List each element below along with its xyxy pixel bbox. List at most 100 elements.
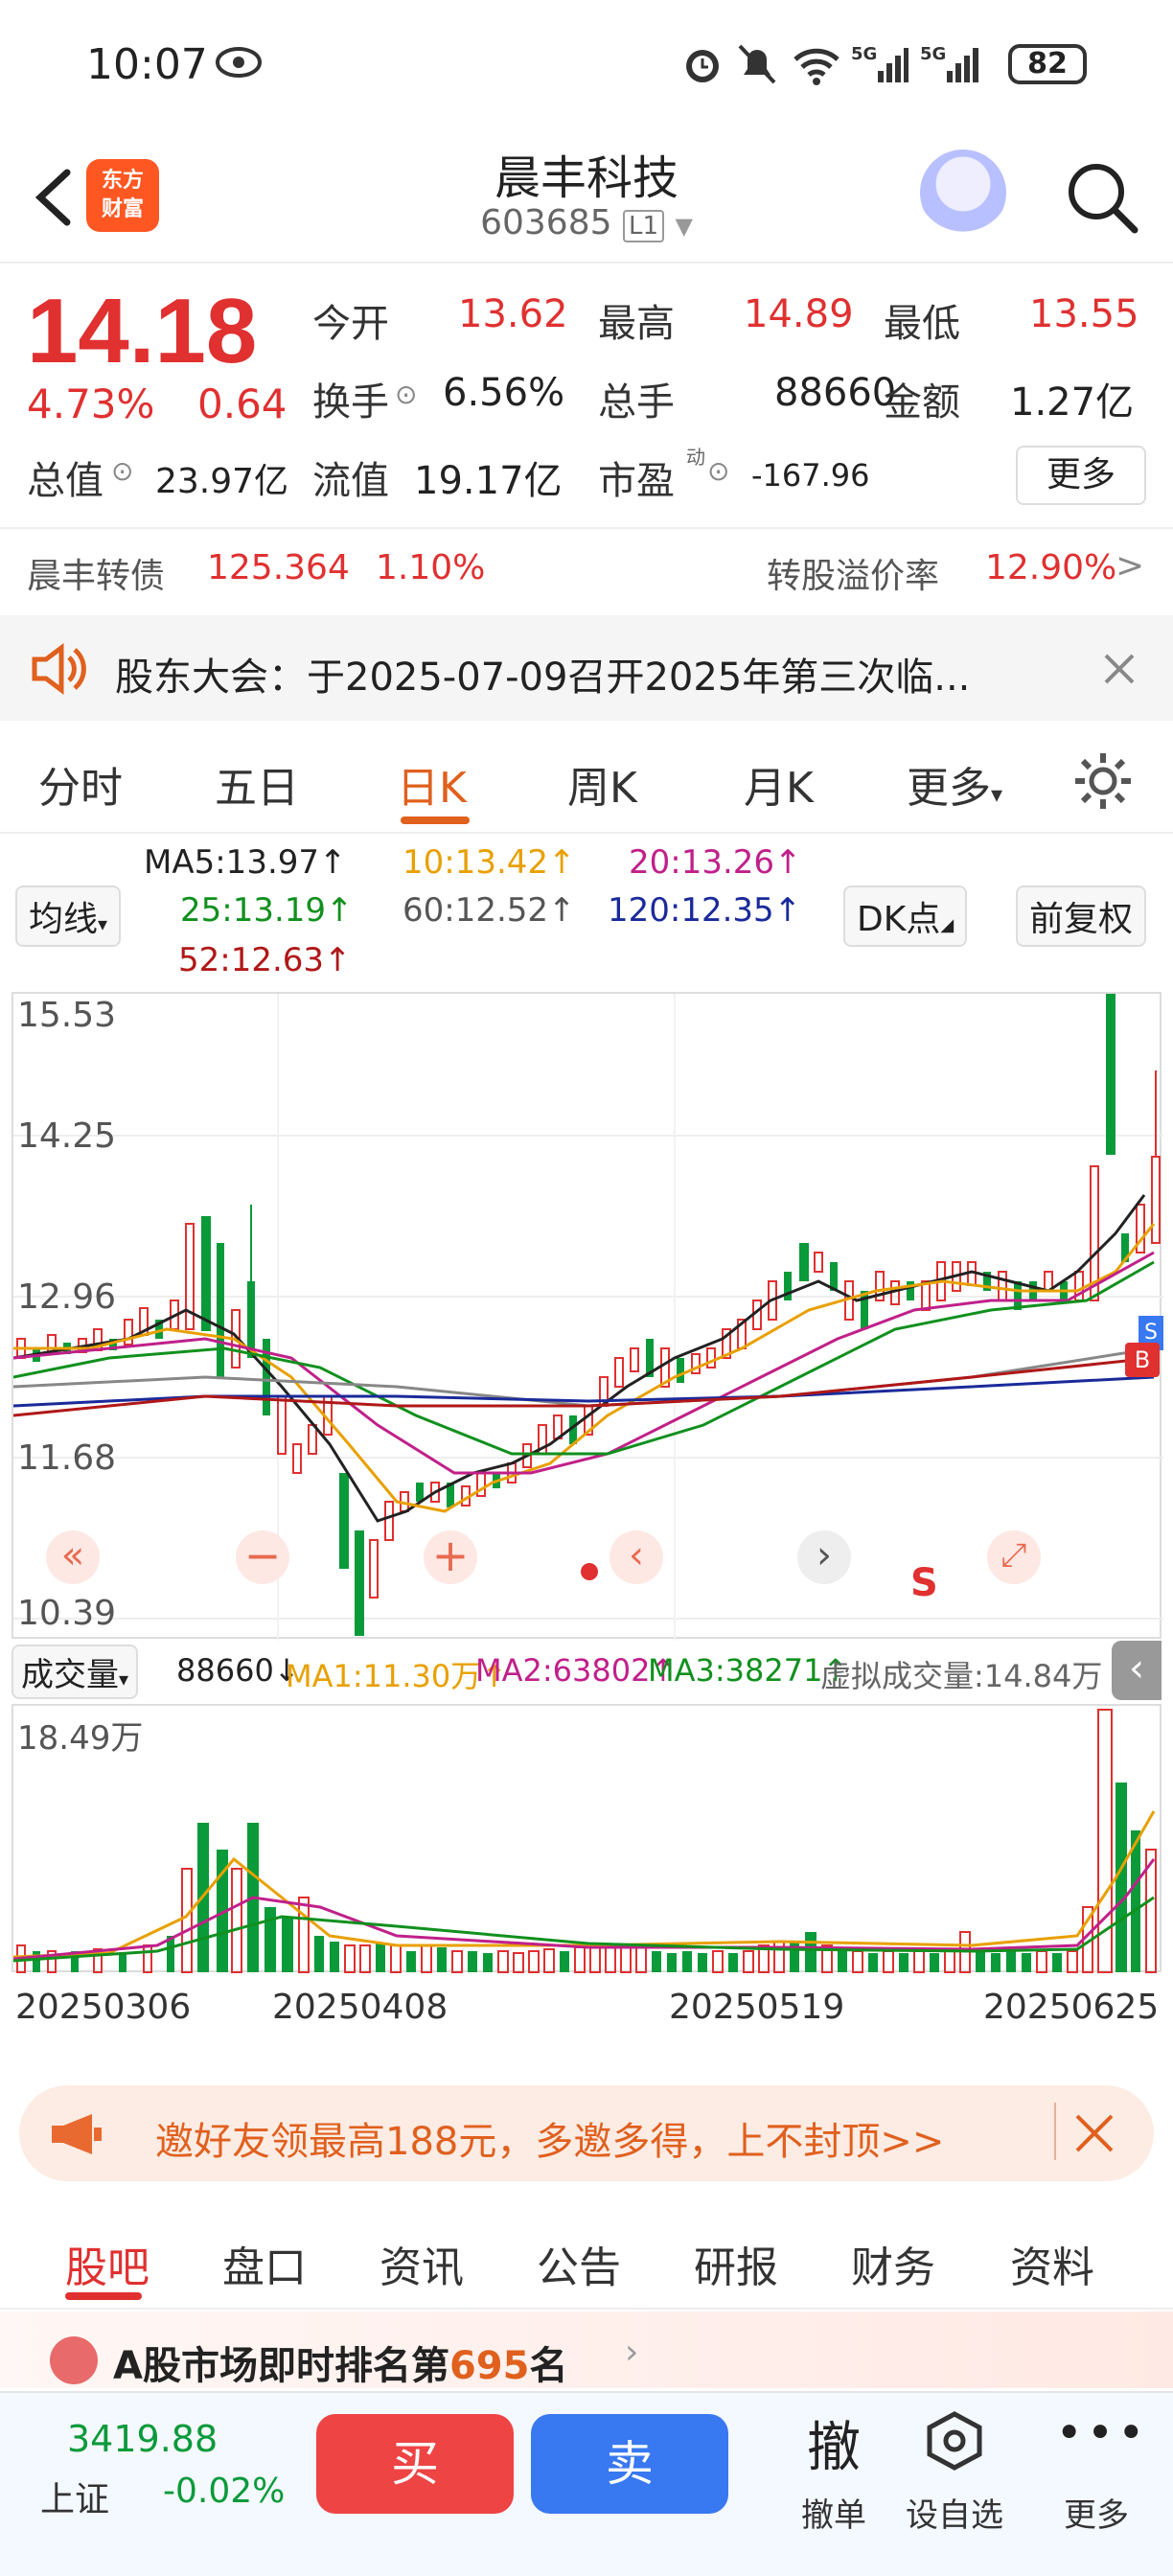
volume-label: 总手 [598,380,675,425]
active-tab-indicator [65,2292,142,2300]
announcement-bar[interactable]: 股东大会：于2025-07-09召开2025年第三次临... [0,615,1173,721]
volume-max-label: 18.49万 [17,1719,144,1758]
close-icon[interactable] [1073,2112,1116,2154]
dk-point-button[interactable]: DK点◢ [843,886,968,947]
ma25-value: 25:13.19↑ [180,891,354,930]
chevron-down-icon[interactable]: ▼ [675,213,692,240]
signal-5g-icon: 5G [851,44,908,82]
y-label-top: 15.53 [17,996,117,1035]
tab-forum[interactable]: 股吧 [65,2233,150,2294]
gear-icon[interactable] [1071,749,1135,813]
vol-ma1: MA1:11.30万↑ [286,1658,508,1694]
info-icon-2[interactable]: ⊙ [111,455,133,487]
index-value[interactable]: 3419.88 [67,2418,218,2460]
low-label: 最低 [884,302,960,346]
ma-selector[interactable]: 均线▾ [15,886,122,947]
mktcap-value: 23.97亿 [155,462,289,501]
high-value: 14.89 [744,292,854,336]
tab-profile[interactable]: 资料 [1010,2233,1094,2294]
market-rank-row[interactable]: A股市场即时排名第695名 › [0,2312,1173,2388]
volume-bars [16,1709,1157,1973]
tab-five-day[interactable]: 五日 [215,753,299,815]
promo-text: 邀好友领最高188元，多邀多得，上不封顶>> [155,2120,945,2164]
convertible-bond-row[interactable]: 晨丰转债 125.364 1.10% 转股溢价率 12.90% > [0,527,1173,611]
close-icon[interactable] [1102,652,1137,686]
last-price: 14.18 [27,280,258,382]
bond-name: 晨丰转债 [27,557,166,596]
b-point-marker: B [1125,1343,1160,1377]
tab-announcements[interactable]: 公告 [537,2233,621,2294]
adjust-button[interactable]: 前复权 [1016,886,1147,947]
content-tabs: 股吧 盘口 资讯 公告 研报 财务 资料 [0,2204,1173,2310]
rank-prefix: A股市场即时排名第 [113,2344,449,2388]
buy-button[interactable]: 买 [316,2414,514,2514]
cancel-order-label[interactable]: 撤单 [767,2489,901,2536]
ma-legend: MA5:13.97↑ 10:13.42↑ 20:13.26↑ 均线▾ 25:13… [0,838,1173,991]
stock-code: 603685 [480,203,612,242]
ma10-line [13,1223,1156,1513]
cancel-order-icon[interactable]: 撤 [767,2404,901,2482]
active-tab-indicator [401,816,470,824]
ma120-value: 120:12.35↑ [608,891,802,930]
robot-assistant-icon[interactable] [920,150,1006,236]
chevron-right-icon: › [625,2333,639,2372]
y-label-bottom: 10.39 [17,1594,117,1633]
tab-daily-k[interactable]: 日K [397,753,467,815]
rank-number: 695 [448,2344,530,2388]
more-label[interactable]: 更多 [1029,2489,1163,2536]
virtual-volume: 虚拟成交量:14.84万 [820,1658,1103,1694]
tab-research[interactable]: 研报 [694,2233,778,2294]
ma20-value: 20:13.26↑ [629,843,802,882]
svg-text:5G: 5G [851,44,877,64]
tab-orderbook[interactable]: 盘口 [222,2233,307,2294]
tab-more[interactable]: 更多▾ [907,753,1002,815]
tab-weekly-k[interactable]: 周K [567,753,637,815]
rewind-icon[interactable]: « [46,1530,100,1584]
rank-suffix: 名 [529,2344,568,2388]
ma52-value: 52:12.63↑ [178,941,352,979]
zoom-out-icon[interactable]: − [236,1530,289,1584]
rank-chart-icon [50,2336,98,2384]
announcement-text: 股东大会：于2025-07-09召开2025年第三次临... [115,656,971,700]
indicator-selector[interactable]: 成交量▾ [12,1644,139,1699]
more-dots-icon[interactable]: ••• [1035,2406,1169,2460]
y-label-2: 14.25 [17,1116,117,1156]
zoom-in-icon[interactable]: + [424,1530,477,1584]
current-dot [581,1563,598,1580]
tab-financials[interactable]: 财务 [851,2233,935,2294]
date-label-4: 20250625 [983,1988,1160,2027]
more-button[interactable]: 更多 [1016,446,1146,505]
fullscreen-icon[interactable]: ⤢ [987,1530,1041,1584]
kline-chart[interactable]: 15.53 14.25 12.96 11.68 10.39 « − + ‹ › … [12,992,1163,1641]
volume-chart[interactable]: 18.49万 [12,1704,1162,1973]
search-icon[interactable] [1064,159,1140,236]
sell-button[interactable]: 卖 [531,2414,728,2514]
tab-news[interactable]: 资讯 [380,2233,464,2294]
float-label: 流值 [312,459,389,503]
rank-text: A股市场即时排名第695名 [113,2334,567,2390]
invite-promo-banner[interactable]: 邀好友领最高188元，多邀多得，上不封顶>> [19,2085,1154,2181]
megaphone-icon [52,2114,102,2154]
info-icon-3[interactable]: ⊙ [707,455,729,487]
chevron-left-icon[interactable]: ‹ [610,1530,663,1584]
change-percent: 4.73% [27,380,155,427]
date-label-2: 20250408 [272,1988,448,2027]
pe-label: 市盈 [598,459,675,503]
status-bar: 10:07 5G 5G 82 [0,0,1173,134]
ma5-line [12,1194,1146,1523]
amount-label: 金额 [884,380,960,425]
collapse-panel-icon[interactable]: ‹ [1112,1641,1162,1700]
signal-5g-icon-2: 5G [920,44,978,82]
bond-pct: 1.10% [376,548,486,587]
tab-more-label: 更多 [907,764,991,813]
indicator-selector-label: 成交量 [21,1656,119,1694]
bottom-trade-bar: 3419.88 上证 -0.02% 买 卖 撤 撤单 设自选 ••• 更多 [0,2391,1173,2576]
chevron-right-icon[interactable]: › [797,1530,851,1584]
tab-intraday[interactable]: 分时 [38,753,123,815]
info-icon[interactable]: ⊙ [395,379,417,410]
add-watchlist-icon[interactable] [924,2410,985,2472]
add-watchlist-label[interactable]: 设自选 [887,2489,1022,2536]
tab-monthly-k[interactable]: 月K [744,753,814,815]
candlesticks [16,994,1161,1636]
volume-value: 88660↓ [176,1652,300,1689]
